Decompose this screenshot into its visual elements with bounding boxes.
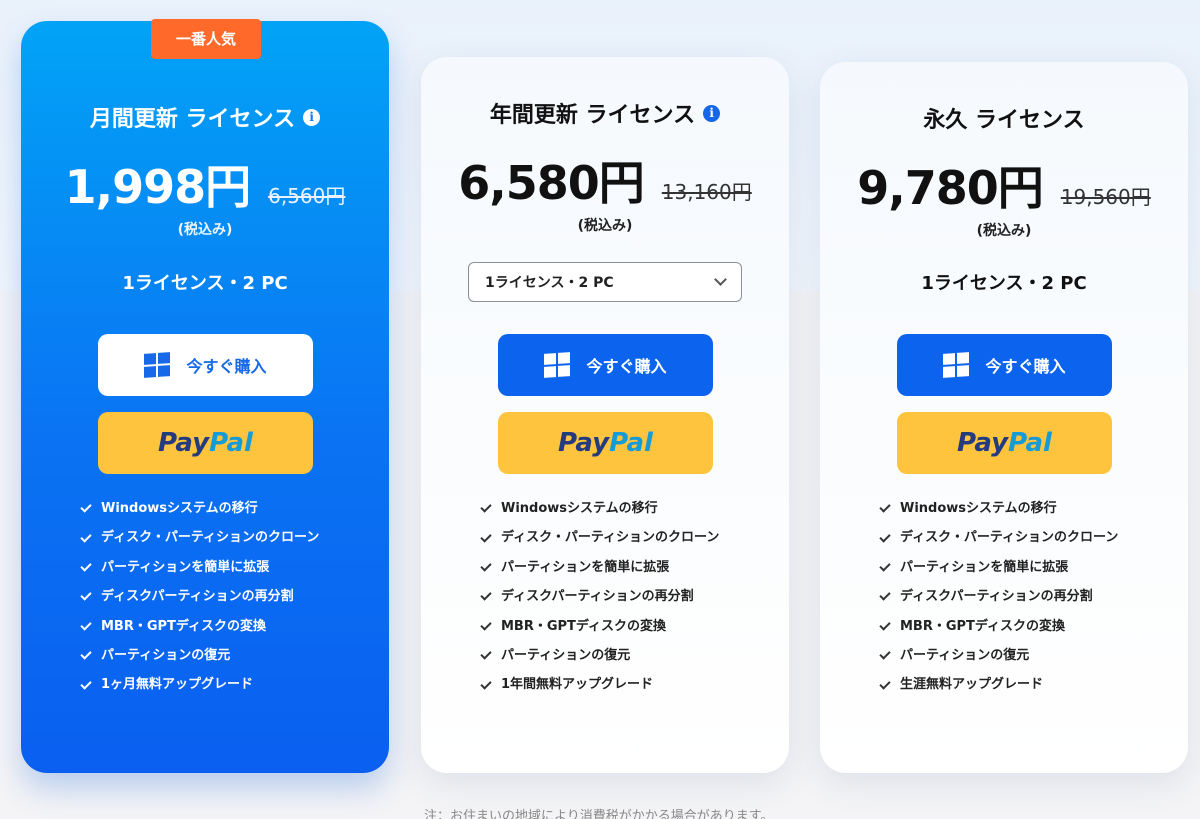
feature-item: 1ヶ月無料アップグレード: [80, 670, 319, 699]
price: 1,998円: [64, 160, 252, 214]
paypal-button[interactable]: PayPal: [897, 412, 1112, 474]
check-icon: [480, 619, 492, 631]
price-row: 6,580円 13,160円: [421, 147, 789, 213]
check-icon: [480, 589, 492, 602]
check-icon: [879, 530, 891, 543]
tax-disclaimer: 注：お住まいの地域により消費税がかかる場合があります。: [424, 809, 774, 819]
popular-badge: 一番人気: [151, 19, 261, 59]
paypal-button[interactable]: PayPal: [98, 412, 313, 474]
check-icon: [80, 648, 92, 660]
feature-item: MBR・GPTディスクの変換: [80, 612, 319, 641]
license-select-value: 1ライセンス・2 PC: [485, 275, 614, 291]
check-icon: [480, 648, 492, 660]
original-price: 13,160円: [661, 180, 752, 204]
feature-item: ディスク・パーティションのクローン: [80, 523, 319, 552]
check-icon: [879, 589, 891, 602]
tax-note: (税込み): [976, 223, 1032, 239]
buy-now-label: 今すぐ購入: [186, 357, 267, 376]
windows-icon: [144, 352, 171, 378]
plan-title: 永久 ライセンス: [820, 102, 1188, 134]
check-icon: [480, 677, 492, 690]
check-icon: [480, 560, 492, 572]
buy-now-button[interactable]: 今すぐ購入: [98, 334, 313, 396]
price-row: 1,998円 6,560円: [21, 151, 389, 217]
buy-now-label: 今すぐ購入: [586, 357, 667, 376]
check-icon: [480, 530, 492, 543]
feature-item: ディスクパーティションの再分割: [80, 582, 319, 611]
plan-card-yearly: 年間更新 ライセンス i 6,580円 13,160円 (税込み) 1ライセンス…: [421, 57, 789, 773]
price: 6,580円: [458, 156, 645, 210]
feature-item: パーティションの復元: [80, 641, 319, 670]
original-price: 6,560円: [268, 184, 346, 208]
check-icon: [879, 560, 891, 572]
plan-card-lifetime: 永久 ライセンス 9,780円 19,560円 (税込み) 1ライセンス・2 P…: [820, 62, 1188, 773]
buy-now-label: 今すぐ購入: [985, 357, 1066, 376]
paypal-logo: PayPal: [957, 428, 1052, 458]
check-icon: [879, 619, 891, 631]
feature-item: Windowsシステムの移行: [879, 494, 1118, 523]
feature-item: 1年間無料アップグレード: [480, 670, 719, 699]
check-icon: [80, 589, 92, 602]
feature-item: ディスクパーティションの再分割: [480, 582, 719, 611]
check-icon: [80, 501, 92, 513]
license-select[interactable]: 1ライセンス・2 PC: [468, 262, 742, 302]
paypal-logo: PayPal: [558, 428, 653, 458]
license-text: 1ライセンス・2 PC: [921, 273, 1087, 294]
tax-note: (税込み): [177, 222, 233, 238]
info-icon[interactable]: i: [703, 104, 721, 122]
tax-note: (税込み): [577, 218, 633, 234]
feature-item: MBR・GPTディスクの変換: [879, 612, 1118, 641]
price-row: 9,780円 19,560円: [820, 152, 1188, 218]
feature-item: パーティションを簡単に拡張: [879, 553, 1118, 582]
check-icon: [80, 619, 92, 631]
chevron-down-icon: [714, 273, 727, 286]
plan-title: 年間更新 ライセンス i: [421, 97, 789, 129]
paypal-logo: PayPal: [158, 428, 253, 458]
paypal-button[interactable]: PayPal: [498, 412, 713, 474]
feature-item: Windowsシステムの移行: [480, 494, 719, 523]
windows-icon: [544, 352, 571, 378]
check-icon: [879, 648, 891, 660]
feature-item: パーティションを簡単に拡張: [80, 553, 319, 582]
windows-icon: [943, 352, 970, 378]
feature-list: Windowsシステムの移行 ディスク・パーティションのクローン パーティション…: [80, 494, 319, 700]
check-icon: [80, 530, 92, 543]
feature-item: パーティションの復元: [879, 641, 1118, 670]
license-text: 1ライセンス・2 PC: [122, 273, 288, 294]
original-price: 19,560円: [1060, 185, 1151, 209]
feature-item: 生涯無料アップグレード: [879, 670, 1118, 699]
check-icon: [480, 501, 492, 513]
feature-item: パーティションの復元: [480, 641, 719, 670]
feature-item: MBR・GPTディスクの変換: [480, 612, 719, 641]
feature-list: Windowsシステムの移行 ディスク・パーティションのクローン パーティション…: [480, 494, 719, 700]
feature-item: Windowsシステムの移行: [80, 494, 319, 523]
buy-now-button[interactable]: 今すぐ購入: [897, 334, 1112, 396]
check-icon: [879, 677, 891, 690]
plan-title: 月間更新 ライセンス i: [21, 101, 389, 133]
info-icon[interactable]: i: [303, 108, 321, 126]
feature-list: Windowsシステムの移行 ディスク・パーティションのクローン パーティション…: [879, 494, 1118, 700]
feature-item: ディスクパーティションの再分割: [879, 582, 1118, 611]
plan-title-text: 月間更新 ライセンス: [89, 107, 296, 132]
check-icon: [80, 677, 92, 690]
check-icon: [879, 501, 891, 513]
buy-now-button[interactable]: 今すぐ購入: [498, 334, 713, 396]
check-icon: [80, 560, 92, 572]
feature-item: ディスク・パーティションのクローン: [879, 523, 1118, 552]
plan-card-monthly: 一番人気 月間更新 ライセンス i 1,998円 6,560円 (税込み) 1ラ…: [21, 19, 389, 773]
plan-title-text: 永久 ライセンス: [923, 108, 1085, 133]
feature-item: パーティションを簡単に拡張: [480, 553, 719, 582]
feature-item: ディスク・パーティションのクローン: [480, 523, 719, 552]
price: 9,780円: [857, 161, 1044, 215]
plan-title-text: 年間更新 ライセンス: [489, 103, 696, 128]
